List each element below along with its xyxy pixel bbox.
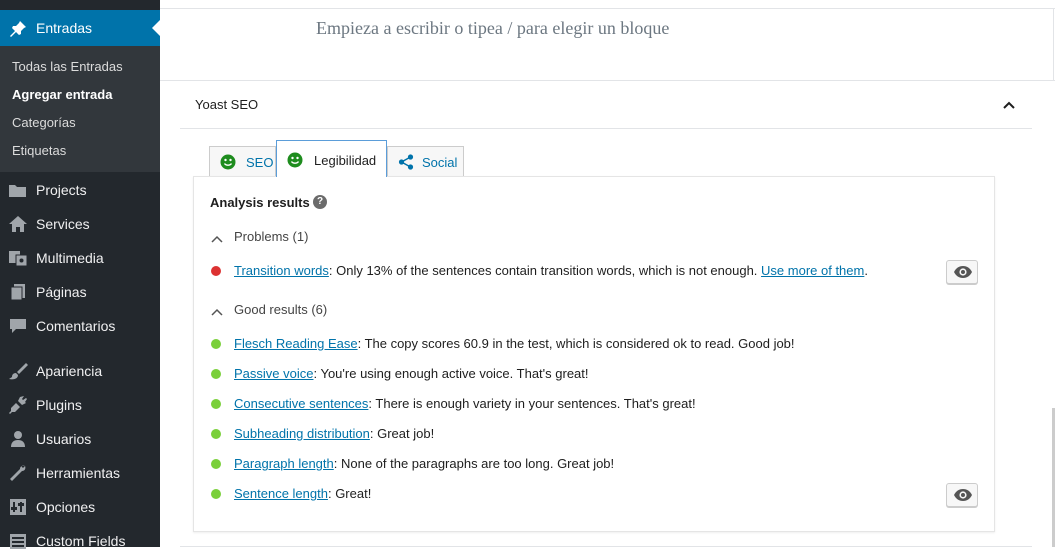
tab-label: SEO bbox=[246, 155, 274, 170]
menu-item-custom-fields[interactable]: Custom Fields bbox=[0, 526, 160, 556]
result-text: : Great job! bbox=[369, 426, 435, 441]
menu-item-plugins[interactable]: Plugins bbox=[0, 390, 160, 420]
group-label: Problems (1) bbox=[234, 229, 309, 244]
comments-icon bbox=[8, 317, 28, 335]
submenu-item-agregar-entrada[interactable]: Agregar entrada bbox=[12, 87, 112, 102]
admin-sidebar: Entradas Todas las Entradas Agregar entr… bbox=[0, 0, 160, 549]
menu-item-projects[interactable]: Projects bbox=[0, 175, 160, 205]
menu-item-label: Usuarios bbox=[36, 431, 92, 447]
highlight-button[interactable] bbox=[946, 483, 978, 507]
menu-item-entradas[interactable]: Entradas bbox=[0, 10, 160, 46]
menu-item-services[interactable]: Services bbox=[0, 209, 160, 239]
brush-icon bbox=[8, 362, 28, 380]
divider bbox=[180, 128, 1032, 129]
smiley-icon bbox=[220, 154, 236, 170]
result-link[interactable]: Flesch Reading Ease bbox=[234, 336, 358, 351]
tab-legibilidad[interactable]: Legibilidad bbox=[276, 140, 387, 177]
divider bbox=[160, 8, 1055, 9]
result-text-tail: . bbox=[864, 263, 868, 278]
block-placeholder[interactable]: Empieza a escribir o tipea / para elegir… bbox=[316, 18, 669, 39]
menu-item-paginas[interactable]: Páginas bbox=[0, 277, 160, 307]
red-bullet-icon bbox=[211, 266, 221, 276]
chevron-up-icon bbox=[210, 232, 224, 243]
tab-label: Legibilidad bbox=[314, 153, 377, 168]
menu-item-label: Comentarios bbox=[36, 318, 116, 334]
result-text: : You're using enough active voice. That… bbox=[313, 366, 589, 381]
menu-item-apariencia[interactable]: Apariencia bbox=[0, 356, 160, 386]
green-bullet-icon bbox=[211, 489, 221, 499]
menu-item-label: Entradas bbox=[36, 20, 93, 36]
green-bullet-icon bbox=[211, 399, 221, 409]
menu-item-label: Projects bbox=[36, 182, 87, 198]
user-icon bbox=[8, 430, 28, 448]
good-results-toggle[interactable]: Good results (6) bbox=[210, 302, 340, 320]
wrench-icon bbox=[8, 464, 28, 482]
submenu-item-todas-las-entradas[interactable]: Todas las Entradas bbox=[12, 59, 123, 74]
submenu-item-etiquetas[interactable]: Etiquetas bbox=[12, 143, 66, 158]
menu-item-usuarios[interactable]: Usuarios bbox=[0, 424, 160, 454]
chevron-up-icon[interactable] bbox=[1000, 97, 1018, 115]
tab-label: Social bbox=[422, 155, 458, 170]
green-bullet-icon bbox=[211, 369, 221, 379]
result-text: : The copy scores 60.9 in the test, whic… bbox=[357, 336, 795, 351]
tab-seo[interactable]: SEO bbox=[209, 146, 276, 176]
help-icon[interactable]: ? bbox=[313, 195, 327, 209]
result-link[interactable]: Sentence length bbox=[234, 486, 328, 501]
menu-item-label: Opciones bbox=[36, 499, 96, 515]
green-bullet-icon bbox=[211, 429, 221, 439]
tab-social[interactable]: Social bbox=[387, 146, 464, 176]
menu-item-label: Herramientas bbox=[36, 465, 121, 481]
pages-icon bbox=[8, 283, 28, 301]
group-label: Good results (6) bbox=[234, 302, 328, 317]
green-bullet-icon bbox=[211, 459, 221, 469]
highlight-button[interactable] bbox=[946, 260, 978, 284]
menu-item-label: Páginas bbox=[36, 284, 87, 300]
folder-icon bbox=[8, 181, 28, 199]
share-icon bbox=[398, 154, 414, 170]
pin-icon bbox=[9, 20, 27, 38]
result-link[interactable]: Subheading distribution bbox=[234, 426, 370, 441]
yoast-panel-title[interactable]: Yoast SEO bbox=[195, 97, 258, 112]
menu-item-label: Multimedia bbox=[36, 250, 104, 266]
result-link[interactable]: Paragraph length bbox=[234, 456, 334, 471]
fields-icon bbox=[8, 532, 28, 550]
result-link[interactable]: Transition words bbox=[234, 263, 329, 278]
settings-icon bbox=[8, 498, 28, 516]
current-menu-arrow bbox=[152, 20, 160, 36]
use-more-link[interactable]: Use more of them bbox=[761, 263, 864, 278]
result-text: : Only 13% of the sentences contain tran… bbox=[328, 263, 762, 278]
divider bbox=[1053, 8, 1054, 81]
result-text: : Great! bbox=[327, 486, 372, 501]
menu-item-herramientas[interactable]: Herramientas bbox=[0, 458, 160, 488]
result-text: : There is enough variety in your senten… bbox=[368, 396, 696, 411]
problems-toggle[interactable]: Problems (1) bbox=[210, 229, 320, 247]
menu-item-label: Plugins bbox=[36, 397, 82, 413]
result-link[interactable]: Consecutive sentences bbox=[234, 396, 368, 411]
chevron-up-icon bbox=[210, 305, 224, 316]
divider bbox=[160, 80, 1055, 81]
result-text: : None of the paragraphs are too long. G… bbox=[333, 456, 615, 471]
green-bullet-icon bbox=[211, 339, 221, 349]
menu-item-comentarios[interactable]: Comentarios bbox=[0, 311, 160, 341]
menu-item-label: Services bbox=[36, 216, 90, 232]
plugin-icon bbox=[8, 396, 28, 414]
submenu-item-categorias[interactable]: Categorías bbox=[12, 115, 76, 130]
smiley-icon bbox=[287, 152, 303, 168]
menu-item-multimedia[interactable]: Multimedia bbox=[0, 243, 160, 273]
submenu-entradas: Todas las Entradas Agregar entrada Categ… bbox=[0, 46, 160, 172]
menu-item-opciones[interactable]: Opciones bbox=[0, 492, 160, 522]
menu-item-label: Apariencia bbox=[36, 363, 103, 379]
analysis-results-heading: Analysis results bbox=[210, 195, 310, 210]
media-icon bbox=[8, 249, 28, 267]
result-link[interactable]: Passive voice bbox=[234, 366, 313, 381]
home-icon bbox=[8, 215, 28, 233]
